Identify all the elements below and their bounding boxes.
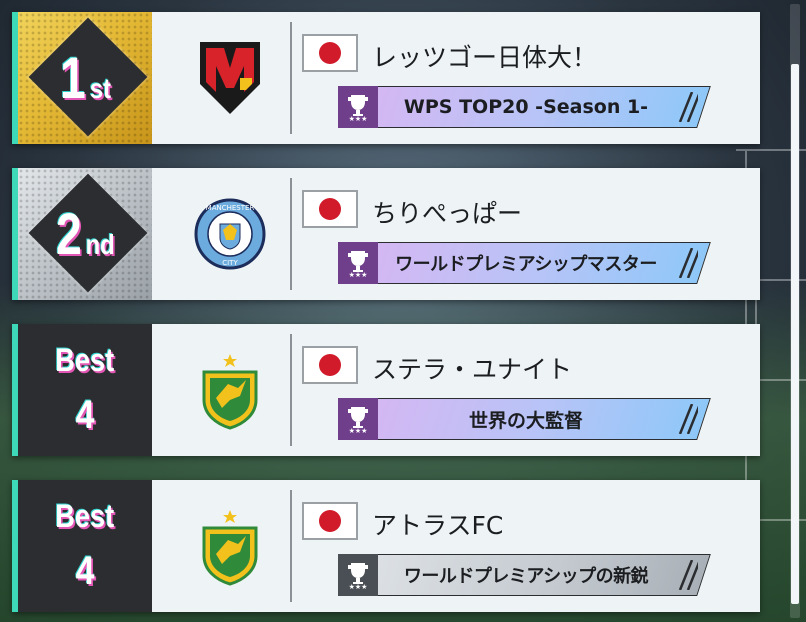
rank-number: 1: [60, 45, 86, 111]
rank-label: 2 nd: [18, 168, 152, 300]
rank-badge-gold: 1 st: [18, 12, 152, 144]
team-name: アトラスFC: [372, 511, 504, 540]
trophy-icon: ★★★: [338, 554, 378, 596]
ranking-card[interactable]: 1 st レッツゴー日体大！ ★★★ WPS TOP20 -Season 1-: [12, 12, 760, 144]
manchester-city-crest-icon: MANCHESTER CITY: [194, 198, 266, 270]
rank-suffix: nd: [85, 229, 115, 260]
award-banner: ★★★ ワールドプレミアシップの新鋭: [338, 554, 711, 596]
stripes-decoration: [678, 560, 698, 590]
ranking-card[interactable]: 2 nd MANCHESTER CITY ちりぺっぱー ★★★ ワールドプレミア…: [12, 168, 760, 300]
green-yellow-bird-crest-icon: [202, 510, 258, 586]
team-name: ちりぺっぱー: [372, 199, 523, 228]
rank-word: Best: [55, 498, 115, 534]
stripes-decoration: [678, 404, 698, 434]
divider: [290, 178, 292, 290]
stripes-decoration: [678, 248, 698, 278]
team-name: ステラ・ユナイト: [372, 355, 573, 384]
team-name: レッツゴー日体大！: [372, 43, 598, 72]
ranking-card[interactable]: Best 4 アトラスFC ★★★ ワールドプレミアシップの新鋭: [12, 480, 760, 612]
award-label: ワールドプレミアシップマスター: [395, 254, 657, 275]
trophy-icon: ★★★: [338, 86, 378, 128]
scrollbar[interactable]: [790, 4, 800, 618]
rank-label: Best 4: [18, 324, 152, 456]
rank-badge-silver: 2 nd: [18, 168, 152, 300]
japan-flag-icon: [302, 346, 358, 384]
rank-label: 1 st: [18, 12, 152, 144]
rank-label: Best 4: [18, 480, 152, 612]
award-banner: ★★★ 世界の大監督: [338, 398, 711, 440]
crest-text-bottom: CITY: [222, 259, 238, 267]
rank-value: 4: [75, 549, 95, 593]
rank-badge-best: Best 4: [18, 324, 152, 456]
rank-word: Best: [55, 342, 115, 378]
svg-text:★★★: ★★★: [349, 427, 368, 434]
green-yellow-bird-crest-icon: [202, 354, 258, 430]
trophy-icon: ★★★: [338, 242, 378, 284]
award-banner: ★★★ WPS TOP20 -Season 1-: [338, 86, 711, 128]
crest-text-top: MANCHESTER: [206, 204, 255, 212]
award-label: 世界の大監督: [468, 409, 583, 432]
award-label: ワールドプレミアシップの新鋭: [403, 566, 649, 587]
svg-text:★★★: ★★★: [349, 115, 368, 122]
trophy-icon: ★★★: [338, 398, 378, 440]
divider: [290, 334, 292, 446]
svg-text:★★★: ★★★: [349, 271, 368, 278]
japan-flag-icon: [302, 34, 358, 72]
rank-badge-best: Best 4: [18, 480, 152, 612]
stripes-decoration: [678, 92, 698, 122]
japan-flag-icon: [302, 502, 358, 540]
red-black-m-shield-icon: [200, 42, 260, 114]
rank-value: 4: [75, 393, 95, 437]
ranking-card[interactable]: Best 4 ステラ・ユナイト ★★★ 世界の大監督: [12, 324, 760, 456]
award-label: WPS TOP20 -Season 1-: [403, 96, 649, 118]
scrollbar-thumb[interactable]: [791, 64, 799, 604]
rank-number: 2: [55, 201, 82, 267]
divider: [290, 490, 292, 602]
japan-flag-icon: [302, 190, 358, 228]
svg-text:★★★: ★★★: [349, 583, 368, 590]
divider: [290, 22, 292, 134]
award-banner: ★★★ ワールドプレミアシップマスター: [338, 242, 711, 284]
rank-suffix: st: [89, 73, 111, 104]
